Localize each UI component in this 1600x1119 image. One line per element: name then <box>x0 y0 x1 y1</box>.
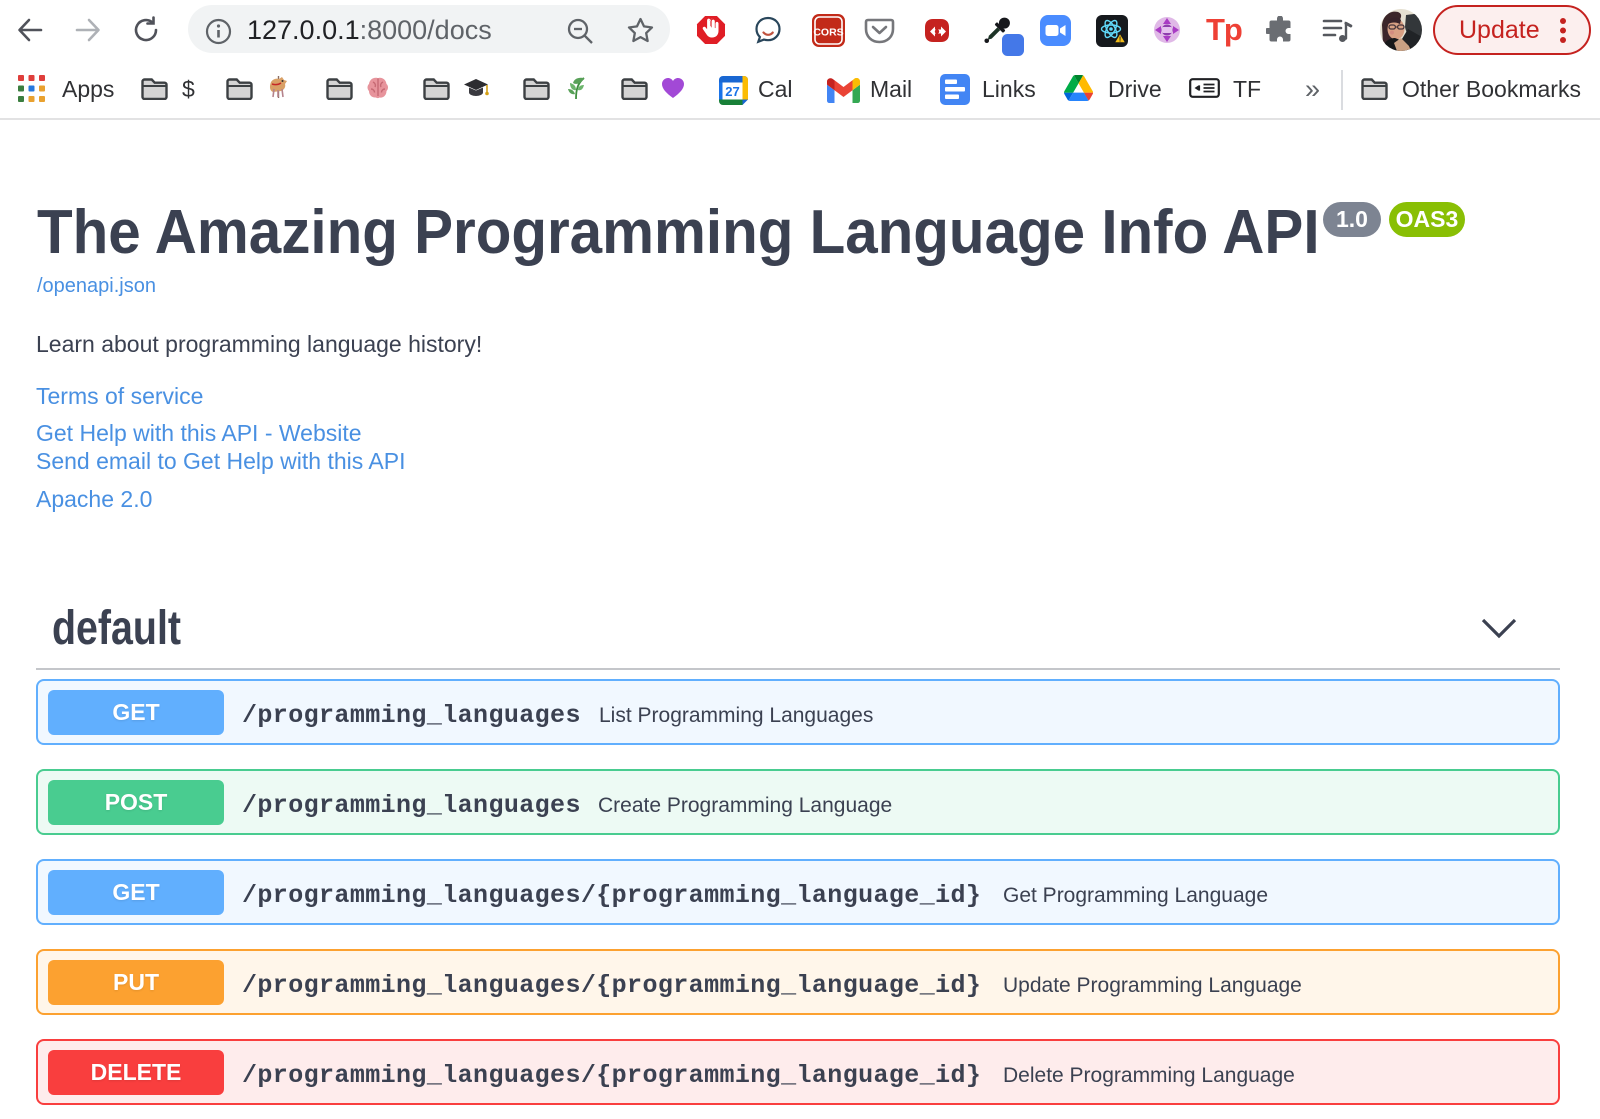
svg-text:CORS: CORS <box>813 27 843 39</box>
svg-text:27: 27 <box>725 84 739 99</box>
svg-text:!: ! <box>1119 37 1121 44</box>
